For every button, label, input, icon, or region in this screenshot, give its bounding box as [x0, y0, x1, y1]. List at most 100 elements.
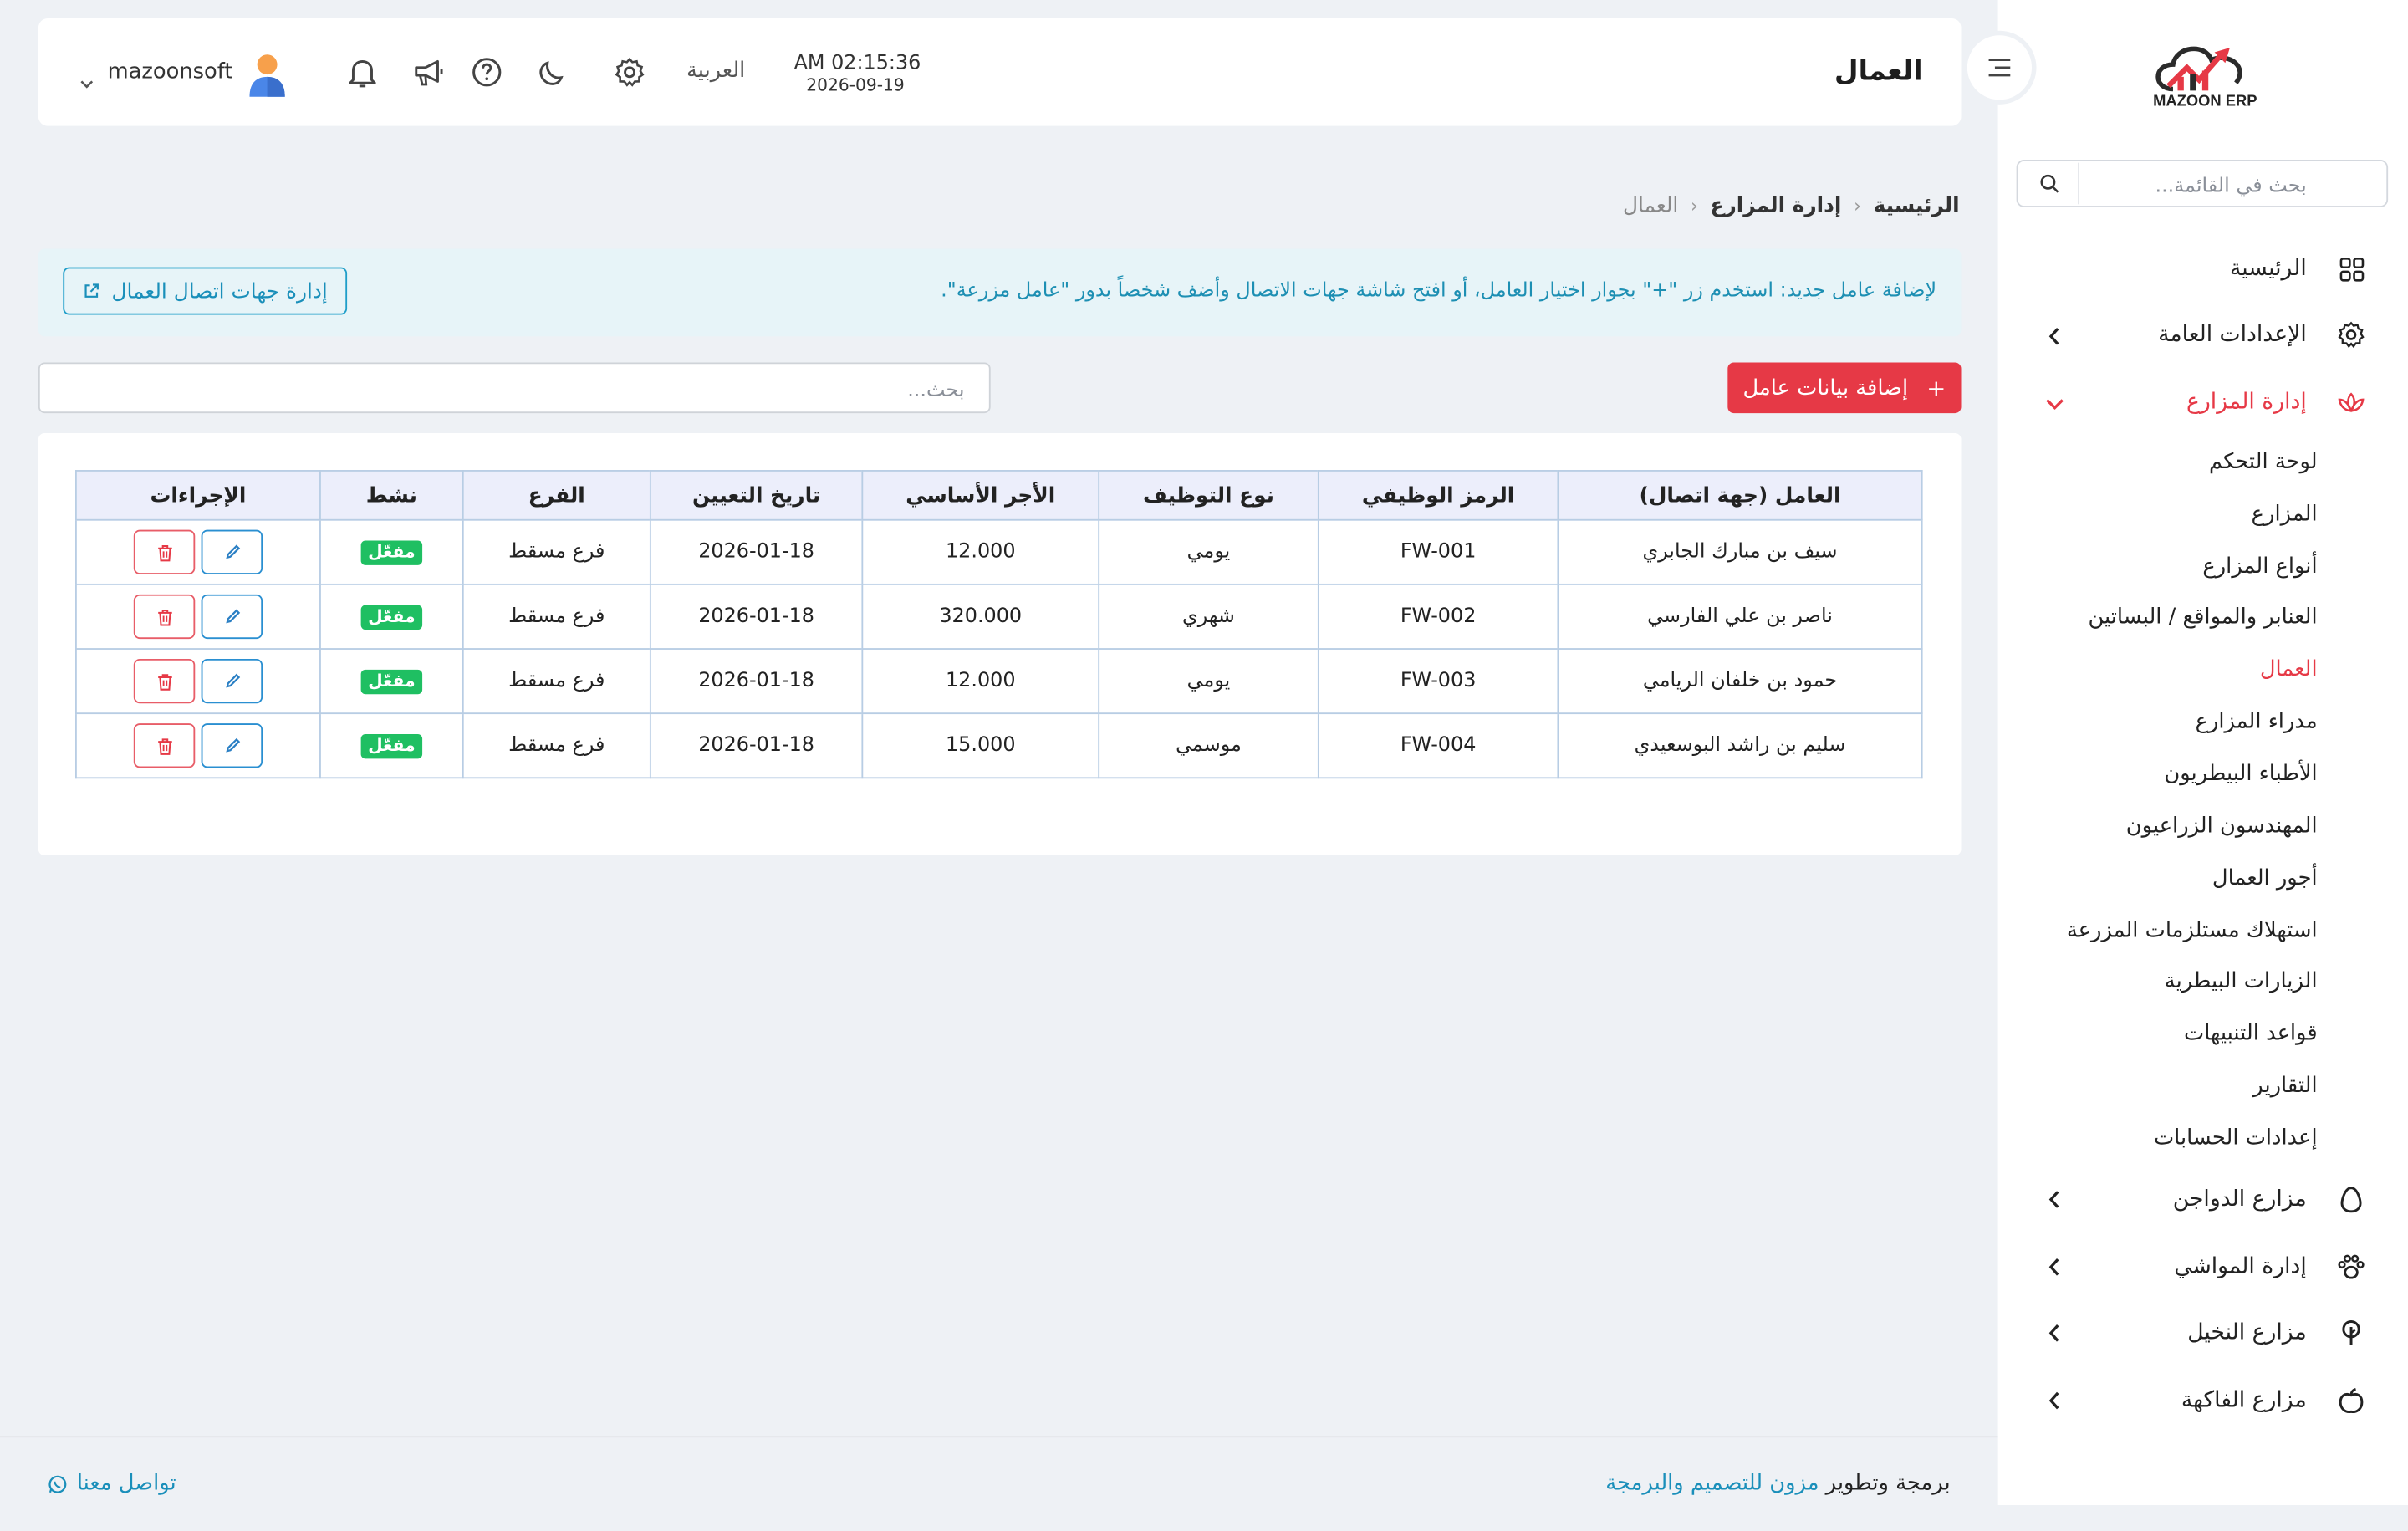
logo-graphic-icon: MAZOON ERP — [2153, 46, 2258, 110]
brand-logo[interactable]: MAZOON ERP — [2120, 33, 2288, 114]
column-header-actions: الإجراءات — [74, 470, 321, 521]
chevron-left-icon[interactable] — [2046, 1391, 2064, 1410]
chevron-left-icon[interactable] — [2046, 1190, 2064, 1208]
edit-button[interactable] — [201, 658, 263, 704]
dark-mode-moon-icon[interactable] — [536, 55, 569, 89]
settings-gear-icon[interactable] — [613, 55, 646, 89]
delete-button[interactable] — [133, 658, 196, 704]
submenu-supplies-consumption[interactable]: استهلاك مستلزمات المزرعة — [2067, 918, 2318, 942]
gear-icon — [2338, 321, 2365, 349]
manage-worker-contacts-button[interactable]: إدارة جهات اتصال العمال — [63, 267, 348, 315]
workers-table: العامل (جهة اتصال) الرمز الوظيفي نوع الت… — [74, 470, 1923, 779]
breadcrumb-section[interactable]: إدارة المزارع — [1711, 193, 1842, 217]
cell-branch: فرع مسقط — [462, 712, 651, 779]
breadcrumb-home[interactable]: الرئيسية — [1874, 193, 1960, 217]
submenu-dashboard[interactable]: لوحة التحكم — [2209, 450, 2318, 474]
edit-button[interactable] — [201, 529, 263, 574]
column-header-worker[interactable]: العامل (جهة اتصال) — [1557, 470, 1923, 521]
sidebar-item-farm-management[interactable]: إدارة المزارع — [2186, 385, 2365, 419]
search-icon[interactable] — [2019, 162, 2079, 205]
submenu-farm-types[interactable]: أنواع المزارع — [2202, 554, 2317, 579]
language-switcher[interactable]: العربية — [686, 59, 745, 83]
sidebar-item-general-settings[interactable]: الإعدادات العامة — [2158, 318, 2365, 351]
sidebar-search-input[interactable] — [2085, 170, 2310, 202]
contact-us-link[interactable]: تواصل معنا — [48, 1472, 176, 1496]
info-alert: لإضافة عامل جديد: استخدم زر "+" بجوار اخ… — [38, 248, 1962, 337]
submenu-farms[interactable]: المزارع — [2252, 503, 2318, 527]
sidebar-item-livestock[interactable]: إدارة المواشي — [2174, 1250, 2365, 1283]
manage-contacts-label: إدارة جهات اتصال العمال — [111, 278, 328, 304]
pencil-icon — [225, 544, 240, 559]
worker-search-input[interactable] — [55, 375, 968, 406]
chevron-left-icon[interactable] — [2046, 327, 2064, 345]
chevron-down-icon[interactable] — [80, 66, 95, 89]
column-header-active[interactable]: نشط — [319, 470, 464, 521]
column-header-code[interactable]: الرمز الوظيفي — [1317, 470, 1559, 521]
trash-icon — [157, 609, 171, 625]
submenu-vet-visits[interactable]: الزيارات البيطرية — [2165, 969, 2318, 993]
top-header — [38, 18, 1962, 126]
footer-credit: برمجة وتطوير مزون للتصميم والبرمجة — [1605, 1472, 1950, 1496]
submenu-agronomists[interactable]: المهندسون الزراعيون — [2126, 814, 2318, 838]
submenu-worker-wages[interactable]: أجور العمال — [2212, 866, 2318, 891]
lotus-icon — [2338, 389, 2365, 416]
column-header-hire-date[interactable]: تاريخ التعيين — [649, 470, 864, 521]
submenu-wards-sites[interactable]: العنابر والمواقع / البساتين — [2088, 605, 2317, 630]
sidebar-item-home[interactable]: الرئيسية — [2230, 252, 2365, 285]
info-alert-text: لإضافة عامل جديد: استخدم زر "+" بجوار اخ… — [941, 279, 1937, 303]
status-badge: مفعّل — [360, 604, 423, 630]
chevron-down-icon[interactable] — [2046, 395, 2064, 413]
contact-label: تواصل معنا — [76, 1471, 176, 1496]
cell-hire-date: 2026-01-18 — [649, 583, 864, 650]
cell-active: مفعّل — [319, 712, 464, 779]
chevron-left-icon[interactable] — [2046, 1258, 2064, 1276]
cell-active: مفعّل — [319, 583, 464, 650]
notification-bell-icon[interactable] — [345, 55, 379, 89]
sidebar-item-fruit-farms[interactable]: مزارع الفاكهة — [2181, 1384, 2365, 1417]
column-header-base-wage[interactable]: الأجر الأساسي — [861, 470, 1100, 521]
user-name[interactable]: mazoonsoft — [108, 60, 233, 84]
plus-icon: + — [1926, 374, 1946, 402]
chevron-left-icon[interactable] — [2046, 1324, 2064, 1342]
trash-icon — [157, 673, 171, 690]
workers-table-card: العامل (جهة اتصال) الرمز الوظيفي نوع الت… — [38, 432, 1962, 856]
submenu-reports[interactable]: التقارير — [2252, 1074, 2317, 1098]
column-header-branch[interactable]: الفرع — [462, 470, 651, 521]
credit-link[interactable]: مزون للتصميم والبرمجة — [1605, 1472, 1819, 1496]
menu-toggle-icon[interactable] — [1967, 35, 2032, 100]
sidebar-search[interactable] — [2016, 160, 2389, 207]
sidebar-item-label: مزارع النخيل — [2187, 1320, 2307, 1345]
cell-code: FW-004 — [1317, 712, 1559, 779]
sidebar-toggle-button[interactable] — [1962, 30, 2037, 105]
add-worker-button[interactable]: + إضافة بيانات عامل — [1727, 362, 1962, 414]
submenu-farm-managers[interactable]: مدراء المزارع — [2196, 710, 2318, 734]
paw-icon — [2338, 1253, 2365, 1281]
delete-button[interactable] — [133, 723, 196, 768]
submenu-account-settings[interactable]: إعدادات الحسابات — [2154, 1125, 2318, 1150]
sidebar-item-label: الإعدادات العامة — [2158, 322, 2307, 348]
cell-code: FW-002 — [1317, 583, 1559, 650]
cell-actions — [74, 648, 321, 715]
column-header-employment-type[interactable]: نوع التوظيف — [1098, 470, 1319, 521]
submenu-veterinarians[interactable]: الأطباء البيطريون — [2164, 762, 2317, 786]
submenu-workers[interactable]: العمال — [2260, 657, 2318, 681]
cell-worker-name: سيف بن مبارك الجابري — [1557, 518, 1923, 585]
cell-worker-name: سليم بن راشد البوسعيدي — [1557, 712, 1923, 779]
trash-icon — [157, 737, 171, 754]
sidebar-item-poultry-farms[interactable]: مزارع الدواجن — [2173, 1182, 2365, 1216]
sidebar-item-palm-farms[interactable]: مزارع النخيل — [2187, 1316, 2365, 1350]
tree-icon — [2338, 1319, 2365, 1347]
submenu-alert-rules[interactable]: قواعد التنبيهات — [2184, 1021, 2318, 1045]
sidebar-item-label: إدارة المواشي — [2174, 1254, 2307, 1279]
megaphone-icon[interactable] — [411, 55, 445, 89]
edit-button[interactable] — [201, 594, 263, 640]
delete-button[interactable] — [133, 594, 196, 640]
table-row: ناصر بن علي الفارسي FW-002 شهري 320.000 … — [74, 583, 1923, 650]
help-question-icon[interactable] — [470, 55, 503, 89]
user-avatar[interactable] — [247, 52, 288, 98]
worker-search[interactable] — [38, 362, 991, 414]
delete-button[interactable] — [133, 529, 196, 574]
cell-base-wage: 320.000 — [861, 583, 1100, 650]
edit-button[interactable] — [201, 723, 263, 768]
cell-code: FW-001 — [1317, 518, 1559, 585]
